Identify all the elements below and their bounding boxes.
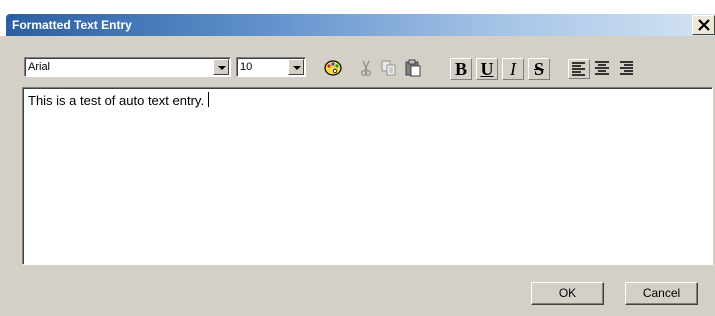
text-editor[interactable]: This is a test of auto text entry. <box>22 87 713 265</box>
scissors-icon <box>360 60 372 77</box>
cancel-button[interactable]: Cancel <box>625 282 698 305</box>
chevron-down-icon[interactable] <box>213 59 229 75</box>
font-size-select[interactable]: 10 <box>236 57 306 77</box>
align-left-button[interactable] <box>568 59 590 79</box>
paste-icon <box>405 59 421 77</box>
copy-icon <box>381 60 396 76</box>
font-family-value: Arial <box>28 61 51 73</box>
title-bar[interactable]: Formatted Text Entry <box>0 0 715 36</box>
window-title: Formatted Text Entry <box>12 18 132 32</box>
text-color-button[interactable] <box>321 58 343 78</box>
palette-icon <box>324 60 342 76</box>
close-icon <box>698 19 710 31</box>
align-left-icon <box>572 62 585 76</box>
font-size-value: 10 <box>240 61 253 73</box>
paste-button[interactable] <box>402 58 424 78</box>
ok-button[interactable]: OK <box>531 282 604 305</box>
underline-button[interactable]: U <box>476 58 498 80</box>
align-center-icon <box>595 61 609 75</box>
bold-button[interactable]: B <box>450 58 472 80</box>
editor-content: This is a test of auto text entry. <box>28 92 210 109</box>
italic-button[interactable]: I <box>502 58 524 80</box>
strikethrough-button[interactable]: S <box>528 58 550 80</box>
chevron-down-icon[interactable] <box>288 59 304 75</box>
font-family-select[interactable]: Arial <box>24 57 231 77</box>
align-right-button[interactable] <box>616 59 638 79</box>
align-right-icon <box>620 61 633 75</box>
cut-button[interactable] <box>355 58 377 78</box>
align-center-button[interactable] <box>592 59 614 79</box>
formatted-text-dialog: Formatted Text Entry Arial 10 B U I S Th… <box>0 0 715 316</box>
copy-button[interactable] <box>378 58 400 78</box>
close-button[interactable] <box>692 15 715 35</box>
text-caret <box>208 92 210 107</box>
editor-text: This is a test of auto text entry. <box>28 93 205 108</box>
